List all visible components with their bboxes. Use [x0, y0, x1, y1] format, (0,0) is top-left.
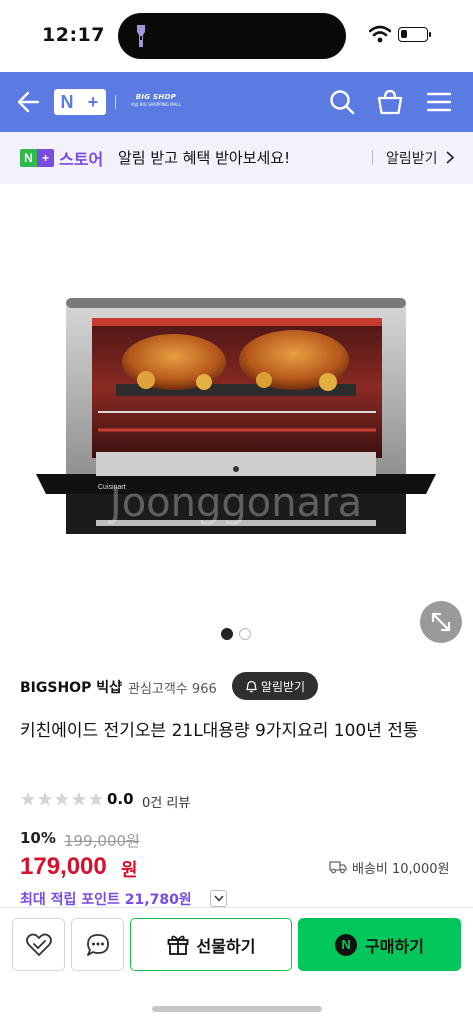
banner-alarm-link[interactable]: 알림받기 [386, 148, 438, 168]
naver-plus-logo-plus: + [87, 91, 99, 112]
top-nav-bar: N + BIG SHOP 빅샵 BIG SHOPPING MALL [0, 72, 473, 132]
seller-alarm-button[interactable]: 알림받기 [232, 672, 318, 700]
product-title: 키친에이드 전기오븐 21L대용량 9가지요리 100년 전통 [20, 721, 419, 741]
banner-message: 알림 받고 혜택 받아보세요! [118, 149, 291, 167]
expand-icon [431, 612, 451, 632]
search-icon[interactable] [328, 88, 356, 116]
gift-label: 선물하기 [196, 936, 256, 956]
points-expand-button[interactable] [210, 890, 227, 907]
badge-plus: + [37, 149, 54, 167]
discount-rate: 10% [20, 829, 56, 847]
star-icon [89, 792, 103, 806]
bell-plus-icon [246, 680, 257, 692]
store-label: 스토어 [59, 150, 104, 169]
watermark: Joonggonara [107, 480, 362, 526]
shop-logo-title: BIG SHOP [135, 93, 177, 101]
shopping-bag-icon[interactable] [376, 88, 404, 116]
delivery-truck-icon [329, 861, 347, 874]
shop-logo[interactable]: BIG SHOP 빅샵 BIG SHOPPING MALL [126, 93, 186, 111]
heart-check-icon [25, 933, 52, 956]
product-image-gallery[interactable]: Cuisinart Joonggonara [0, 184, 473, 654]
product-image-oven[interactable]: Cuisinart Joonggonara [36, 294, 436, 544]
status-bar: 12:17 [0, 0, 473, 72]
shipping-fee: 배송비 10,000원 [352, 862, 450, 877]
battery-level [401, 30, 407, 38]
badge-n: N [20, 149, 37, 167]
status-time: 12:17 [42, 24, 105, 46]
chat-button[interactable] [71, 918, 124, 971]
rating-value: 0.0 [107, 790, 134, 808]
wifi-icon [369, 25, 391, 43]
dynamic-island [118, 13, 346, 59]
naver-pay-icon: N [335, 933, 358, 956]
banner-divider [372, 150, 373, 165]
shop-logo-subtitle: 빅샵 BIG SHOPPING MALL [131, 102, 181, 107]
battery-icon [398, 27, 431, 42]
star-icon [21, 792, 35, 806]
flashlight-icon [137, 25, 145, 47]
naver-plus-badge: N + [20, 149, 54, 167]
naver-plus-logo[interactable]: N + [54, 89, 106, 115]
back-arrow-icon[interactable] [16, 89, 42, 115]
seller-alarm-label: 알림받기 [260, 679, 306, 694]
rating-stars [20, 791, 104, 807]
review-count[interactable]: 0건 리뷰 [142, 792, 190, 811]
naver-plus-logo-n: N [60, 91, 74, 112]
buy-label: 구매하기 [365, 936, 424, 956]
price-currency: 원 [121, 860, 138, 881]
chat-bubble-icon [86, 933, 109, 956]
star-icon [55, 792, 69, 806]
sale-price: 179,000 [20, 853, 107, 880]
buy-button[interactable]: N 구매하기 [298, 918, 461, 971]
home-indicator[interactable] [152, 1006, 322, 1012]
chevron-right-icon[interactable] [445, 151, 455, 164]
chevron-down-icon [213, 895, 224, 902]
star-icon [72, 792, 86, 806]
expand-button[interactable] [420, 601, 462, 643]
star-icon [38, 792, 52, 806]
gift-button[interactable]: 선물하기 [130, 918, 292, 971]
gallery-dot[interactable] [221, 628, 233, 640]
follower-count: 관심고객수 966 [128, 682, 217, 697]
header-divider [115, 95, 116, 109]
original-price: 199,000원 [64, 832, 140, 850]
menu-icon[interactable] [425, 88, 453, 116]
wishlist-button[interactable] [12, 918, 65, 971]
gallery-dot[interactable] [239, 628, 251, 640]
seller-name[interactable]: BIGSHOP 빅샵 [20, 677, 122, 697]
gift-icon [167, 935, 188, 955]
gallery-pagination[interactable] [221, 628, 251, 640]
max-points: 최대 적립 포인트 21,780원 [20, 892, 192, 908]
